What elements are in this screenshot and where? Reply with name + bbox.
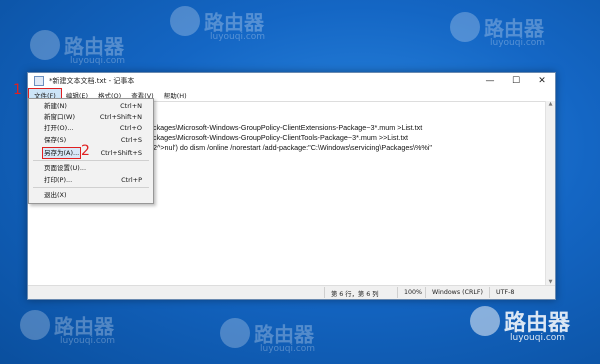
title-bar[interactable]: *新建文本文档.txt - 记事本 — ☐ ✕ xyxy=(28,73,555,89)
menu-item-page-setup[interactable]: 页面设置(U)... xyxy=(32,163,150,173)
close-button[interactable]: ✕ xyxy=(529,76,555,86)
notepad-icon xyxy=(34,76,44,86)
status-divider xyxy=(489,287,490,298)
status-line-ending: Windows (CRLF) xyxy=(432,289,483,296)
watermark-brand: 路由器 xyxy=(54,314,114,339)
menu-item-save[interactable]: 保存(S) Ctrl+S xyxy=(32,135,150,145)
file-menu-dropdown: 新建(N) Ctrl+N 新窗口(W) Ctrl+Shift+N 打开(O)... C… xyxy=(28,98,154,204)
watermark: 路由器 luyouqi.com xyxy=(220,318,315,354)
menu-item-label: 新建(N) xyxy=(44,102,67,110)
watermark: 路由器 luyouqi.com xyxy=(30,30,125,66)
router-logo-icon xyxy=(470,306,500,336)
menu-item-label: 页面设置(U)... xyxy=(44,164,87,172)
menu-item-print[interactable]: 打印(P)... Ctrl+P xyxy=(32,175,150,185)
watermark: 路由器 luyouqi.com xyxy=(170,6,265,42)
menu-item-open[interactable]: 打开(O)... Ctrl+O xyxy=(32,123,150,133)
menu-divider xyxy=(33,187,149,188)
router-logo-icon xyxy=(30,30,60,60)
watermark-brand: 路由器 xyxy=(254,322,314,347)
watermark: 路由器 luyouqi.com xyxy=(470,305,570,343)
menu-item-label: 另存为(A)... xyxy=(41,147,82,159)
status-bar: 第 6 行，第 6 列 100% Windows (CRLF) UTF-8 xyxy=(28,285,555,299)
window-title: *新建文本文档.txt - 记事本 xyxy=(49,77,135,85)
menu-item-shortcut: Ctrl+N xyxy=(120,102,142,110)
menu-item-label: 打开(O)... xyxy=(44,124,74,132)
menu-item-label: 新窗口(W) xyxy=(44,113,75,121)
status-divider xyxy=(324,287,325,298)
menu-item-shortcut: Ctrl+O xyxy=(119,124,142,132)
menu-item-shortcut: Ctrl+S xyxy=(120,136,142,144)
step-1-callout: 1 xyxy=(13,82,22,98)
status-encoding: UTF-8 xyxy=(496,289,515,296)
menu-item-label: 打印(P)... xyxy=(44,176,73,184)
status-divider xyxy=(397,287,398,298)
menu-item-new[interactable]: 新建(N) Ctrl+N xyxy=(32,101,150,111)
vertical-scrollbar[interactable]: ▲ ▼ xyxy=(545,101,555,285)
scroll-up-icon[interactable]: ▲ xyxy=(546,101,555,107)
menu-item-shortcut: Ctrl+Shift+S xyxy=(100,149,142,157)
watermark: 路由器 luyouqi.com xyxy=(20,310,115,346)
watermark-site: luyouqi.com xyxy=(490,38,546,48)
menu-item-label: 保存(S) xyxy=(44,136,67,144)
menu-item-exit[interactable]: 退出(X) xyxy=(32,190,150,200)
watermark-site: luyouqi.com xyxy=(260,344,316,354)
menu-item-new-window[interactable]: 新窗口(W) Ctrl+Shift+N xyxy=(32,112,150,122)
watermark-site: luyouqi.com xyxy=(510,333,566,343)
router-logo-icon xyxy=(170,6,200,36)
watermark: 路由器 luyouqi.com xyxy=(450,12,545,48)
status-position: 第 6 行，第 6 列 xyxy=(331,291,379,298)
watermark-brand: 路由器 xyxy=(204,10,264,35)
status-divider xyxy=(425,287,426,298)
menu-item-label: 退出(X) xyxy=(44,191,67,199)
watermark-brand: 路由器 xyxy=(64,34,124,59)
watermark-site: luyouqi.com xyxy=(60,336,116,346)
watermark-brand: 路由器 xyxy=(504,311,571,336)
maximize-button[interactable]: ☐ xyxy=(503,76,529,86)
menu-item-shortcut: Ctrl+Shift+N xyxy=(99,113,142,121)
step-2-callout: 2 xyxy=(81,143,90,159)
minimize-button[interactable]: — xyxy=(477,76,503,86)
menu-item-shortcut: Ctrl+P xyxy=(121,176,142,184)
menu-help[interactable]: 帮助(H) xyxy=(159,89,192,101)
watermark-site: luyouqi.com xyxy=(210,32,266,42)
router-logo-icon xyxy=(20,310,50,340)
menu-item-save-as[interactable]: 另存为(A)... Ctrl+Shift+S xyxy=(32,147,150,159)
watermark-brand: 路由器 xyxy=(484,16,544,41)
status-zoom: 100% xyxy=(404,289,423,296)
router-logo-icon xyxy=(220,318,250,348)
menu-divider xyxy=(33,160,149,161)
watermark-site: luyouqi.com xyxy=(70,56,126,66)
router-logo-icon xyxy=(450,12,480,42)
